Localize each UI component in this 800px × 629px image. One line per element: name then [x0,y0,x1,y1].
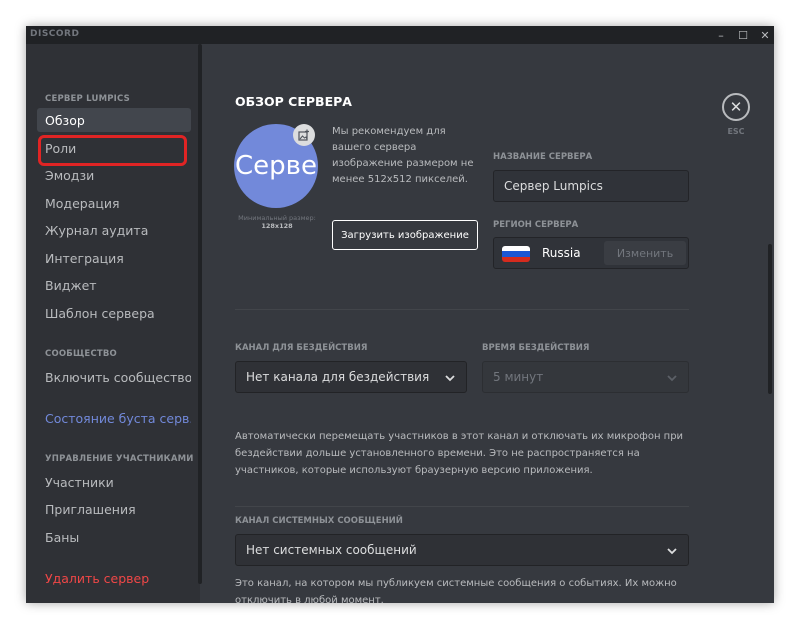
afk-channel-select[interactable]: Нет канала для бездействия [235,361,467,393]
sidebar-header-members: УПРАВЛЕНИЕ УЧАСТНИКАМИ [45,454,194,464]
image-upload-icon[interactable] [293,124,315,146]
chevron-down-icon [445,375,455,382]
sidebar-item-audit-log[interactable]: Журнал аудита [37,218,191,242]
sidebar-item-integrations[interactable]: Интеграция [37,246,191,270]
system-channel-select[interactable]: Нет системных сообщений [235,534,689,566]
minimize-button[interactable]: – [710,26,732,44]
min-size-label: Минимальный размер: [238,214,316,222]
server-avatar-text: Серве [235,151,317,181]
sidebar-item-boost-status[interactable]: Состояние буста серв... [37,406,191,430]
server-region-value: Russia [542,246,581,260]
sidebar-item-enable-community[interactable]: Включить сообщество [37,365,191,389]
min-size-hint: Минимальный размер: 128x128 [234,214,320,230]
close-icon: ✕ [729,98,743,116]
sidebar-item-widget[interactable]: Виджет [37,273,191,297]
afk-channel-label: КАНАЛ ДЛЯ БЕЗДЕЙСТВИЯ [235,343,368,353]
section-divider [235,309,689,310]
system-channel-label: КАНАЛ СИСТЕМНЫХ СООБЩЕНИЙ [235,516,403,526]
close-window-button[interactable]: ✕ [754,26,774,44]
maximize-button[interactable]: ☐ [732,26,754,44]
system-help-text: Это канал, на котором мы публикуем систе… [235,578,677,603]
sidebar-item-bans[interactable]: Баны [37,525,191,549]
close-settings-button[interactable]: ✕ [722,93,750,121]
sidebar-header-server: СЕРВЕР LUMPICS [45,94,130,104]
image-add-icon [298,129,309,141]
afk-timeout-label: ВРЕМЯ БЕЗДЕЙСТВИЯ [482,343,590,353]
min-size-value: 128x128 [261,222,293,230]
discord-window: DISCORD – ☐ ✕ СЕРВЕР LUMPICS Обзор Роли … [26,26,774,603]
app-brand: DISCORD [30,29,80,39]
image-recommendation-text: Мы рекомендуем для вашего сервера изобра… [332,126,474,185]
sidebar-item-delete-server[interactable]: Удалить сервер [37,566,191,590]
server-name-input[interactable]: Сервер Lumpics [493,170,689,202]
settings-content: ОБЗОР СЕРВЕРА ✕ ESC Серве Минимальный ра… [202,44,774,603]
esc-label: ESC [727,127,745,136]
system-channel-value: Нет системных сообщений [246,543,417,557]
section-divider [235,506,689,507]
page-title: ОБЗОР СЕРВЕРА [235,94,352,109]
sidebar-item-moderation[interactable]: Модерация [37,191,191,215]
sidebar-item-overview[interactable]: Обзор [37,108,191,132]
chevron-down-icon [667,548,677,555]
afk-channel-value: Нет канала для бездействия [246,370,430,384]
server-region-field: Russia Изменить [493,237,689,269]
chevron-down-icon [667,375,677,382]
afk-timeout-select[interactable]: 5 минут [482,361,689,393]
change-region-button[interactable]: Изменить [604,241,686,265]
afk-timeout-value: 5 минут [493,370,544,384]
sidebar-item-invites[interactable]: Приглашения [37,497,191,521]
sidebar-item-emoji[interactable]: Эмодзи [37,163,191,187]
upload-image-button[interactable]: Загрузить изображение [332,220,478,250]
server-name-label: НАЗВАНИЕ СЕРВЕРА [493,152,593,162]
title-bar: DISCORD – ☐ ✕ [26,26,774,44]
roles-highlight-annotation [38,135,187,166]
afk-help-text: Автоматически перемещать участников в эт… [235,431,684,476]
server-region-label: РЕГИОН СЕРВЕРА [493,220,579,230]
content-scrollbar[interactable] [768,244,772,394]
sidebar-item-server-template[interactable]: Шаблон сервера [37,301,191,325]
sidebar-item-members[interactable]: Участники [37,470,191,494]
settings-sidebar: СЕРВЕР LUMPICS Обзор Роли Эмодзи Модерац… [26,44,200,603]
russia-flag-icon [502,246,530,262]
sidebar-header-community: СООБЩЕСТВО [45,349,117,359]
